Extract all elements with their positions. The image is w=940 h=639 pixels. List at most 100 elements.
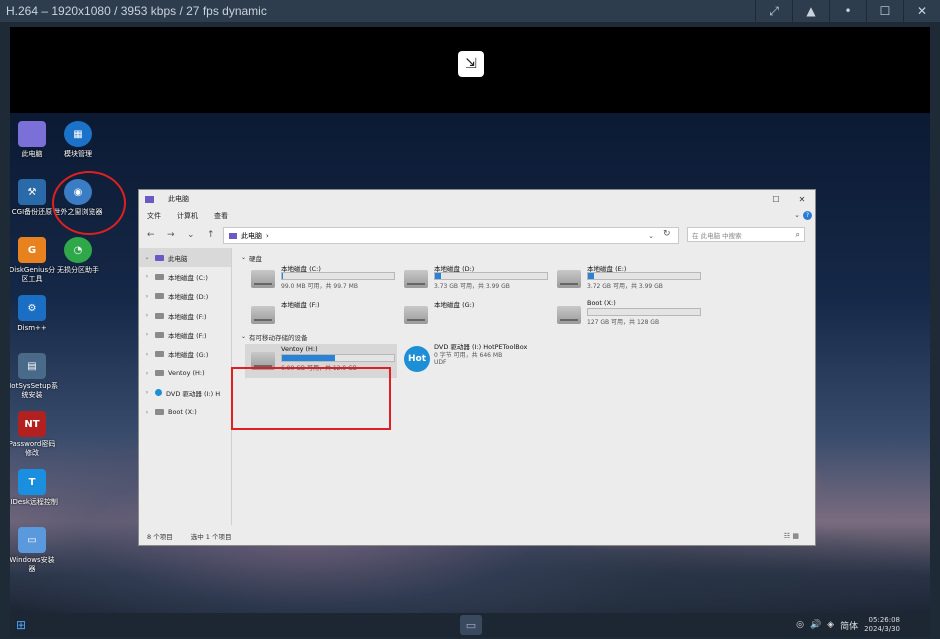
desktop-icon-eidesk[interactable]: T EIDesk远程控制 <box>10 469 58 507</box>
expand-chevron-icon[interactable]: › <box>139 273 155 280</box>
expand-chevron-icon[interactable]: › <box>139 409 155 416</box>
drive-name: Ventoy (H:) <box>281 345 318 353</box>
desktop-icon-password[interactable]: NT Password密码修改 <box>10 411 58 458</box>
search-input[interactable]: 在 此电脑 中搜索 ⌕ <box>687 227 805 242</box>
drive-tile-e[interactable]: 本地磁盘 (E:) 3.72 GB 可用，共 3.99 GB <box>551 262 701 296</box>
windows-start-icon[interactable]: ⊞ <box>16 618 30 632</box>
collapse-chevron-icon[interactable]: ⌄ <box>139 254 155 261</box>
drive-tile-c[interactable]: 本地磁盘 (C:) 99.0 MB 可用，共 99.7 MB <box>245 262 395 296</box>
tab-view[interactable]: 查看 <box>214 211 228 221</box>
status-bar: 8 个项目 选中 1 个项目 ☷ ▦ <box>139 527 815 545</box>
desktop-icon-this-pc[interactable]: 此电脑 <box>10 121 58 159</box>
expand-chevron-icon[interactable]: › <box>139 312 155 319</box>
desktop-icon-label: 此电脑 <box>21 150 43 158</box>
up-icon[interactable]: ↑ <box>207 230 219 240</box>
drive-icon <box>155 293 164 300</box>
drive-tile-g[interactable]: 本地磁盘 (G:) <box>398 298 546 332</box>
nav-item-label: 本地磁盘 (F:) <box>168 312 207 321</box>
minimize-button[interactable]: • <box>829 0 866 22</box>
nav-item-label: Boot (X:) <box>168 408 197 417</box>
tab-file[interactable]: 文件 <box>147 211 161 221</box>
nav-item-drive-c[interactable]: › 本地磁盘 (C:) <box>139 267 231 286</box>
expand-chevron-icon[interactable]: › <box>139 351 155 358</box>
hard-drive-icon <box>251 270 275 288</box>
drive-tile-dvd[interactable]: Hot DVD 驱动器 (I:) HotPEToolBox 0 字节 可用，共 … <box>398 340 598 380</box>
security-icon[interactable]: ◈ <box>827 620 834 630</box>
exit-fullscreen-icon[interactable]: ⇲ <box>458 51 484 77</box>
address-dropdown-icon[interactable]: ⌄ <box>648 232 654 240</box>
language-indicator[interactable]: 简体 <box>840 619 858 632</box>
expand-icon[interactable]: ⤢ <box>755 0 792 22</box>
desktop-icon-label: EIDesk远程控制 <box>10 498 58 506</box>
nav-item-label: 本地磁盘 (C:) <box>168 273 208 282</box>
expand-chevron-icon[interactable]: › <box>139 331 155 338</box>
viewer-title-bar: H.264 – 1920x1080 / 3953 kbps / 27 fps d… <box>0 0 940 22</box>
breadcrumb-chevron-icon[interactable]: › <box>266 232 269 240</box>
drive-tile-boot[interactable]: Boot (X:) 127 GB 可用，共 128 GB <box>551 298 701 332</box>
module-icon: ▦ <box>64 121 92 147</box>
nav-item-ventoy[interactable]: › Ventoy (H:) <box>139 364 231 383</box>
remote-screen[interactable]: ⇲ 此电脑 ▦ 模块管理 ⚒ CGI备份还原 ◉ 世外之窗浏览器 G DiskG… <box>10 27 930 637</box>
drive-size: 99.0 MB 可用，共 99.7 MB <box>281 283 358 290</box>
tab-computer[interactable]: 计算机 <box>177 211 198 221</box>
maximize-button[interactable]: ☐ <box>866 0 903 22</box>
close-button[interactable]: ✕ <box>789 190 815 208</box>
this-pc-icon <box>145 195 154 203</box>
view-toggle-icons[interactable]: ☷ ▦ <box>784 532 799 540</box>
drive-tile-d[interactable]: 本地磁盘 (D:) 3.73 GB 可用，共 3.99 GB <box>398 262 548 296</box>
desktop-icon-windows-installer[interactable]: ▭ Windows安装器 <box>10 527 58 574</box>
forward-icon[interactable]: → <box>167 230 179 240</box>
desktop-icon-diskgenius[interactable]: G DiskGenius分区工具 <box>10 237 58 284</box>
collapse-chevron-icon[interactable]: ⌄ <box>241 254 246 261</box>
window-controls: ☐ ✕ <box>763 190 815 208</box>
diskgenius-icon: G <box>18 237 46 263</box>
desktop-icon-hotsyssetup[interactable]: ▤ HotSysSetup系统安装 <box>10 353 58 400</box>
gear-icon: ⚙ <box>18 295 46 321</box>
system-tray: ◎ 🔊 ◈ 简体 05:26:08 2024/3/30 <box>796 616 900 634</box>
remote-desk-icon: T <box>18 469 46 495</box>
network-icon[interactable]: ◎ <box>796 620 804 630</box>
drive-size: 127 GB 可用，共 128 GB <box>587 319 660 326</box>
capacity-bar <box>587 272 701 280</box>
desktop-icon-cgi[interactable]: ⚒ CGI备份还原 <box>10 179 58 217</box>
expand-ribbon-icon[interactable]: ⌄ <box>794 211 800 219</box>
expand-chevron-icon[interactable]: › <box>139 293 155 300</box>
group-header-removable[interactable]: ⌄ 有可移动存储的设备 <box>235 330 308 343</box>
desktop-icon-partition-assistant[interactable]: ◔ 无损分区助手 <box>52 237 104 275</box>
nav-item-drive-g[interactable]: › 本地磁盘 (G:) <box>139 344 231 363</box>
back-icon[interactable]: ← <box>147 230 159 240</box>
drive-icon <box>155 312 164 319</box>
recent-dropdown-icon[interactable]: ⌄ <box>187 230 199 240</box>
refresh-icon[interactable]: ↻ <box>663 229 671 239</box>
nav-item-label: 此电脑 <box>168 254 188 263</box>
breadcrumb[interactable]: 此电脑 <box>241 231 262 241</box>
red-circle-annotation <box>52 171 126 235</box>
close-button[interactable]: ✕ <box>903 0 940 22</box>
address-bar[interactable]: 此电脑 › ⌄ <box>223 227 679 244</box>
nav-item-boot[interactable]: › Boot (X:) <box>139 402 231 421</box>
drive-name: 本地磁盘 (G:) <box>434 301 475 309</box>
sound-icon[interactable]: 🔊 <box>810 620 821 630</box>
explorer-title-bar: 此电脑 ☐ ✕ <box>139 190 815 208</box>
desktop-icon-dism[interactable]: ⚙ Dism++ <box>10 295 58 333</box>
up-arrow-icon[interactable]: ▲ <box>792 0 829 22</box>
taskbar-explorer-icon[interactable]: ▭ <box>460 615 482 635</box>
expand-chevron-icon[interactable]: › <box>139 389 155 396</box>
collapse-chevron-icon[interactable]: ⌄ <box>241 333 246 340</box>
nav-item-dvd[interactable]: › DVD 驱动器 (I:) H <box>139 383 231 402</box>
expand-chevron-icon[interactable]: › <box>139 370 155 377</box>
ribbon-tabs: 文件 计算机 查看 <box>139 208 815 224</box>
desktop-icon-module-manager[interactable]: ▦ 模块管理 <box>52 121 104 159</box>
drive-filesystem: UDF <box>434 359 447 366</box>
help-icon[interactable]: ? <box>803 211 812 220</box>
nav-item-drive-f[interactable]: › 本地磁盘 (F:) <box>139 306 231 325</box>
drive-tile-f[interactable]: 本地磁盘 (F:) <box>245 298 393 332</box>
selection-count: 选中 1 个项目 <box>190 533 232 541</box>
restore-button[interactable]: ☐ <box>763 190 789 208</box>
nav-item-drive-d[interactable]: › 本地磁盘 (D:) <box>139 287 231 306</box>
nav-item-this-pc[interactable]: ⌄ 此电脑 <box>139 248 231 268</box>
navigation-pane: ⌄ 此电脑 › 本地磁盘 (C:) › 本地磁盘 (D:) › 本地磁盘 (F:) ›… <box>139 248 232 525</box>
nav-item-drive-f2[interactable]: › 本地磁盘 (F:) <box>139 325 231 344</box>
drive-icon <box>155 351 164 358</box>
clock[interactable]: 05:26:08 2024/3/30 <box>864 616 900 634</box>
